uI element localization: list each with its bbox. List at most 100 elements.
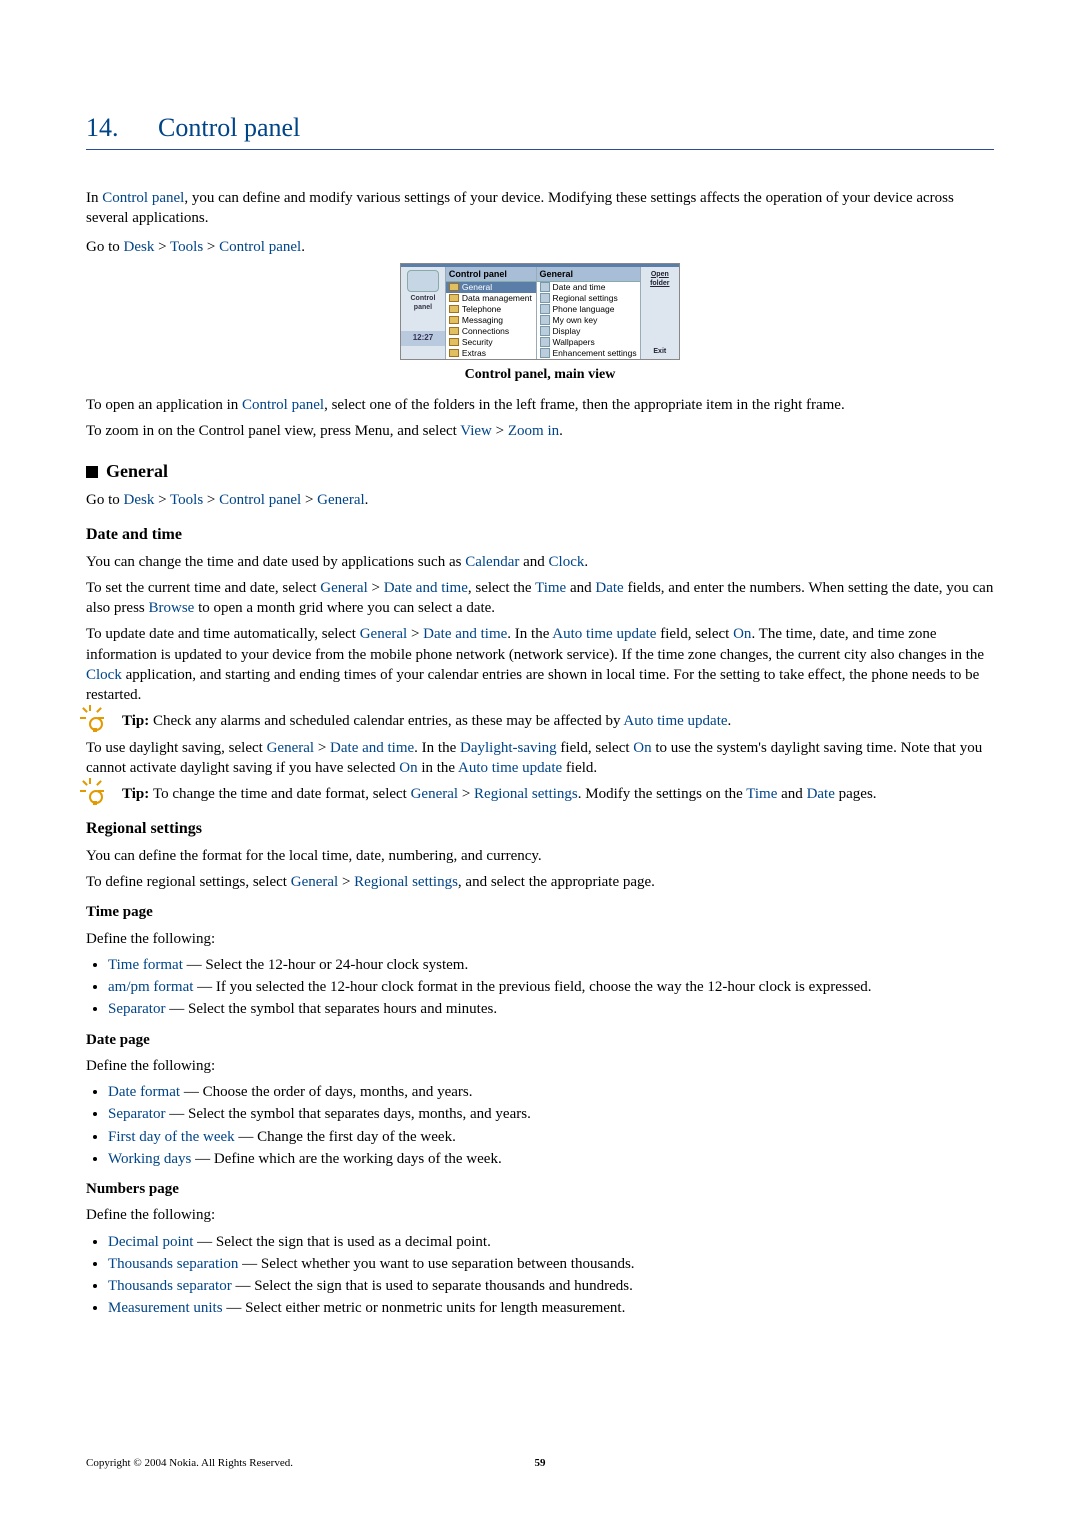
link-on[interactable]: On xyxy=(733,626,751,642)
option-term[interactable]: Thousands separation xyxy=(108,1256,238,1272)
link-control-panel[interactable]: Control panel xyxy=(102,190,184,206)
link-clock[interactable]: Clock xyxy=(86,667,122,683)
link-general[interactable]: General xyxy=(360,626,407,642)
link-on[interactable]: On xyxy=(633,740,651,756)
copyright: Copyright © 2004 Nokia. All Rights Reser… xyxy=(86,1456,293,1471)
item-pane-title: General xyxy=(537,267,640,282)
option-term[interactable]: Thousands separator xyxy=(108,1278,232,1294)
link-tools[interactable]: Tools xyxy=(170,492,203,508)
option-term[interactable]: am/pm format xyxy=(108,979,193,995)
link-tools[interactable]: Tools xyxy=(170,239,203,255)
option-term[interactable]: First day of the week xyxy=(108,1129,235,1145)
display-icon xyxy=(540,326,550,336)
enhancement-icon xyxy=(540,348,550,358)
link-auto-time-update[interactable]: Auto time update xyxy=(552,626,656,642)
list-item: Thousands separator — Select the sign th… xyxy=(108,1276,994,1296)
settings-item[interactable]: Wallpapers xyxy=(537,337,640,348)
settings-item[interactable]: My own key xyxy=(537,315,640,326)
settings-item[interactable]: Regional settings xyxy=(537,293,640,304)
folder-item[interactable]: Security xyxy=(446,337,536,348)
option-term[interactable]: Decimal point xyxy=(108,1234,193,1250)
link-view[interactable]: View xyxy=(460,423,492,439)
paragraph: To set the current time and date, select… xyxy=(86,578,994,619)
softkey-exit[interactable]: Exit xyxy=(641,347,679,356)
link-general[interactable]: General xyxy=(291,874,338,890)
sep: > xyxy=(407,626,423,642)
folder-item[interactable]: General xyxy=(446,282,536,293)
link-auto-time-update[interactable]: Auto time update xyxy=(623,713,727,729)
option-term[interactable]: Working days xyxy=(108,1151,191,1167)
option-term[interactable]: Measurement units xyxy=(108,1300,223,1316)
link-control-panel[interactable]: Control panel xyxy=(219,492,301,508)
link-daylight-saving[interactable]: Daylight-saving xyxy=(460,740,557,756)
settings-item[interactable]: Enhancement settings xyxy=(537,348,640,359)
option-desc: — Select the sign that is used as a deci… xyxy=(193,1234,490,1250)
text: To update date and time automatically, s… xyxy=(86,626,360,642)
device-screenshot: Control panel 12:27 Control panel Genera… xyxy=(400,263,680,360)
text: , and select the appropriate page. xyxy=(458,874,655,890)
folder-item[interactable]: Telephone xyxy=(446,304,536,315)
link-calendar[interactable]: Calendar xyxy=(465,554,519,570)
label: Wallpapers xyxy=(553,337,595,348)
link-control-panel[interactable]: Control panel xyxy=(219,239,301,255)
shot-softkeys: Open folder Exit xyxy=(640,267,679,359)
link-date-time[interactable]: Date and time xyxy=(384,580,468,596)
folder-item[interactable]: Messaging xyxy=(446,315,536,326)
link-regional-settings[interactable]: Regional settings xyxy=(474,786,578,802)
link-clock[interactable]: Clock xyxy=(549,554,585,570)
link-browse[interactable]: Browse xyxy=(149,600,195,616)
link-time-field[interactable]: Time xyxy=(535,580,566,596)
label: My own key xyxy=(553,315,598,326)
tip-icon xyxy=(86,711,106,731)
link-desk[interactable]: Desk xyxy=(124,492,155,508)
paragraph: Define the following: xyxy=(86,929,994,949)
link-auto-time-update[interactable]: Auto time update xyxy=(458,760,562,776)
option-desc: — Change the first day of the week. xyxy=(235,1129,456,1145)
link-date-page[interactable]: Date xyxy=(807,786,835,802)
link-zoom-in[interactable]: Zoom in xyxy=(508,423,559,439)
link-general[interactable]: General xyxy=(267,740,314,756)
list-item: First day of the week — Change the first… xyxy=(108,1127,994,1147)
link-general[interactable]: General xyxy=(411,786,458,802)
subheading-date-page: Date page xyxy=(86,1030,994,1050)
link-desk[interactable]: Desk xyxy=(124,239,155,255)
option-term[interactable]: Time format xyxy=(108,957,183,973)
label: Security xyxy=(462,337,493,348)
folder-item[interactable]: Data management xyxy=(446,293,536,304)
link-date-time[interactable]: Date and time xyxy=(330,740,414,756)
label: Extras xyxy=(462,348,486,359)
paragraph: To zoom in on the Control panel view, pr… xyxy=(86,421,994,441)
sep: > xyxy=(492,423,508,439)
sep: > xyxy=(203,492,219,508)
link-date-time[interactable]: Date and time xyxy=(423,626,507,642)
link-general[interactable]: General xyxy=(317,492,364,508)
subheading-numbers-page: Numbers page xyxy=(86,1179,994,1199)
option-desc: — Select either metric or nonmetric unit… xyxy=(223,1300,626,1316)
link-time-page[interactable]: Time xyxy=(746,786,777,802)
softkey-open[interactable]: Open folder xyxy=(641,270,679,289)
text: . xyxy=(728,713,732,729)
folder-item[interactable]: Connections xyxy=(446,326,536,337)
list-item: am/pm format — If you selected the 12-ho… xyxy=(108,977,994,997)
option-term[interactable]: Separator xyxy=(108,1001,165,1017)
sep: > xyxy=(458,786,474,802)
text: To define regional settings, select xyxy=(86,874,291,890)
label: Data management xyxy=(462,293,532,304)
label: Date and time xyxy=(553,282,606,293)
folder-item[interactable]: Extras xyxy=(446,348,536,359)
link-regional-settings[interactable]: Regional settings xyxy=(354,874,458,890)
square-bullet-icon xyxy=(86,466,98,478)
folder-icon xyxy=(449,294,459,302)
settings-item[interactable]: Date and time xyxy=(537,282,640,293)
link-control-panel[interactable]: Control panel xyxy=(242,397,324,413)
settings-item[interactable]: Phone language xyxy=(537,304,640,315)
option-term[interactable]: Separator xyxy=(108,1106,165,1122)
option-term[interactable]: Date format xyxy=(108,1084,180,1100)
link-on[interactable]: On xyxy=(399,760,417,776)
link-general[interactable]: General xyxy=(320,580,367,596)
settings-item[interactable]: Display xyxy=(537,326,640,337)
chapter-number: 14. xyxy=(86,110,158,145)
sep: > xyxy=(301,492,317,508)
app-label: Control panel xyxy=(401,294,445,313)
link-date-field[interactable]: Date xyxy=(595,580,623,596)
